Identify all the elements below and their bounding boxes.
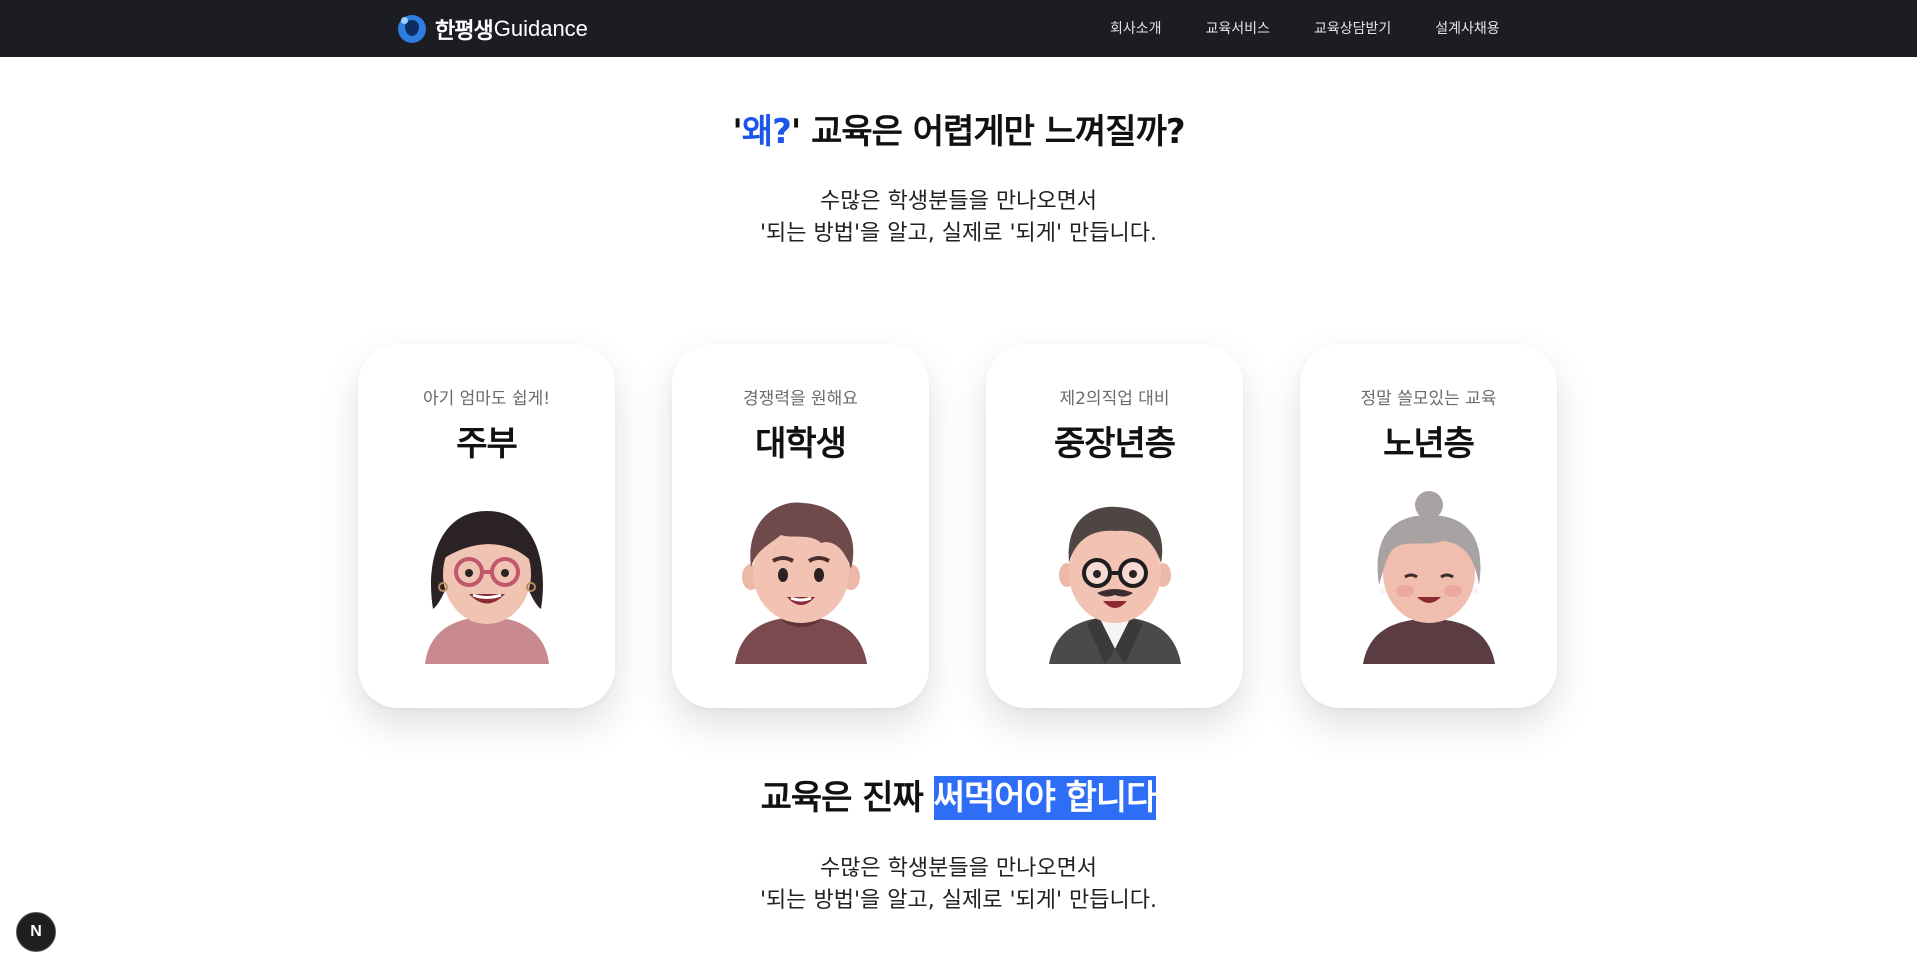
hero-title: '왜?' 교육은 어렵게만 느껴질까?: [0, 104, 1917, 153]
framework-badge-button[interactable]: N: [16, 912, 56, 952]
top-navbar: 한평생 Guidance 회사소개 교육서비스 교육상담받기 설계사채용: [0, 0, 1917, 57]
hero-title-rest: ' 교육은 어렵게만 느껴질까?: [790, 112, 1186, 152]
nav-link-about[interactable]: 회사소개: [1110, 18, 1162, 38]
hero-subtitle: 수많은 학생분들을 만나오면서 '되는 방법'을 알고, 실제로 '되게' 만듭…: [0, 186, 1917, 250]
section2-subtitle-line2: '되는 방법'을 알고, 실제로 '되게' 만듭니다.: [760, 888, 1157, 913]
audience-card-senior[interactable]: 정말 쓸모있는 교육 노년층: [1300, 344, 1557, 708]
section2-subtitle-line1: 수많은 학생분들을 만나오면서: [819, 856, 1098, 881]
section2-title-highlight: 써먹어야 합니다: [933, 776, 1157, 820]
card-tagline: 경쟁력을 원해요: [743, 389, 858, 409]
hero-subtitle-line1: 수많은 학생분들을 만나오면서: [819, 189, 1098, 214]
student-avatar: [734, 502, 867, 664]
card-tagline: 정말 쓸모있는 교육: [1360, 389, 1497, 409]
nav-link-recruit[interactable]: 설계사채용: [1435, 18, 1499, 38]
section2-title: 교육은 진짜 써먹어야 합니다: [0, 770, 1917, 820]
card-tagline: 아기 엄마도 쉽게!: [422, 389, 551, 409]
hero-title-quote: ': [732, 112, 742, 152]
nav-link-services[interactable]: 교육서비스: [1206, 18, 1270, 38]
card-tagline: 제2의직업 대비: [1059, 389, 1170, 409]
elderly-woman-avatar: [1362, 491, 1495, 664]
logo-icon: [398, 15, 426, 43]
brand-name-en: Guidance: [493, 16, 588, 41]
woman-glasses-avatar: [424, 511, 549, 664]
brand-logo[interactable]: 한평생 Guidance: [398, 13, 588, 45]
brand-name-kr: 한평생: [435, 19, 494, 44]
main-nav: 회사소개 교육서비스 교육상담받기 설계사채용: [1110, 18, 1500, 38]
card-title: 대학생: [755, 424, 847, 464]
section2-title-plain: 교육은 진짜: [760, 778, 934, 818]
section2-subtitle: 수많은 학생분들을 만나오면서 '되는 방법'을 알고, 실제로 '되게' 만듭…: [0, 853, 1917, 917]
card-title: 주부: [456, 424, 518, 464]
nav-link-consulting[interactable]: 교육상담받기: [1314, 18, 1391, 38]
audience-card-student[interactable]: 경쟁력을 원해요 대학생: [672, 344, 929, 708]
audience-card-middle-aged[interactable]: 제2의직업 대비 중장년층: [986, 344, 1243, 708]
card-title: 중장년층: [1053, 424, 1176, 464]
card-title: 노년층: [1383, 424, 1475, 464]
hero-title-accent: 왜?: [741, 112, 792, 152]
middle-aged-man-avatar: [1048, 506, 1181, 664]
hero-subtitle-line2: '되는 방법'을 알고, 실제로 '되게' 만듭니다.: [760, 221, 1157, 246]
audience-card-homemaker[interactable]: 아기 엄마도 쉽게! 주부: [358, 344, 615, 708]
